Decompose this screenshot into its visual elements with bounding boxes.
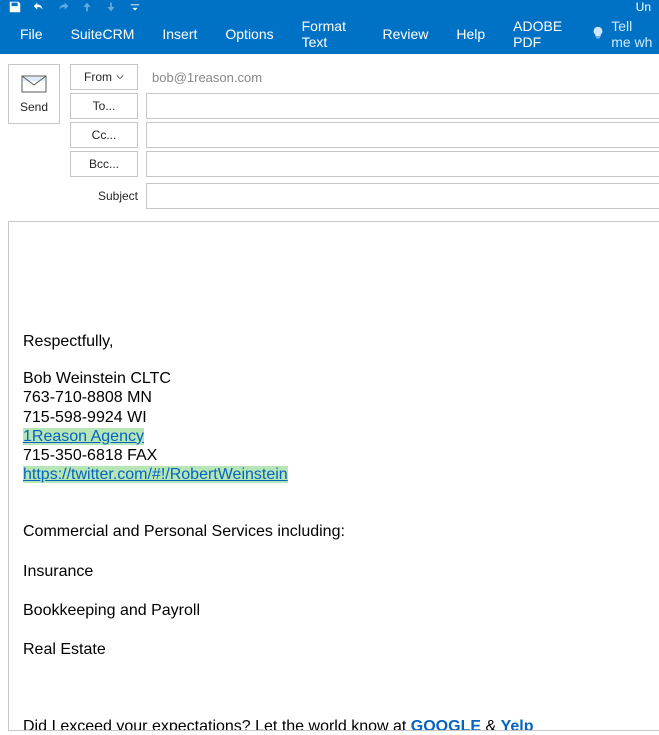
bcc-row: Bcc... <box>70 151 659 177</box>
tab-suitecrm[interactable]: SuiteCRM <box>57 14 149 54</box>
undo-icon[interactable] <box>32 0 46 14</box>
cc-row: Cc... <box>70 122 659 148</box>
from-button[interactable]: From <box>70 64 138 90</box>
services-heading: Commercial and Personal Services includi… <box>23 522 645 541</box>
from-label: From <box>84 70 112 84</box>
down-arrow-icon <box>104 0 118 14</box>
tab-help[interactable]: Help <box>442 14 499 54</box>
from-row: From bob@1reason.com <box>70 64 659 90</box>
bcc-input[interactable] <box>146 151 659 177</box>
agency-link[interactable]: 1Reason Agency <box>23 428 144 445</box>
tab-file[interactable]: File <box>6 14 57 54</box>
quick-access-toolbar <box>8 0 142 14</box>
signature-phone-mn: 763-710-8808 MN <box>23 388 645 407</box>
signature-phone-wi: 715-598-9924 WI <box>23 408 645 427</box>
ribbon-tabs: File SuiteCRM Insert Options Format Text… <box>0 14 659 54</box>
tell-me-label: Tell me wh <box>611 18 653 50</box>
greeting: Respectfully, <box>23 332 645 351</box>
tab-adobe-pdf[interactable]: ADOBE PDF <box>499 14 585 54</box>
tab-format-text[interactable]: Format Text <box>288 14 369 54</box>
subject-input[interactable] <box>146 183 659 209</box>
to-input[interactable] <box>146 93 659 119</box>
subject-row: Subject <box>70 183 659 209</box>
google-link[interactable]: GOOGLE <box>411 718 481 731</box>
to-row: To... <box>70 93 659 119</box>
bcc-button[interactable]: Bcc... <box>70 151 138 177</box>
tell-me-search[interactable]: Tell me wh <box>591 18 653 50</box>
review-pre: Did I exceed your expectations? Let the … <box>23 718 411 731</box>
message-body[interactable]: Respectfully, Bob Weinstein CLTC 763-710… <box>8 221 659 731</box>
service-real-estate: Real Estate <box>23 640 645 659</box>
to-button[interactable]: To... <box>70 93 138 119</box>
subject-label: Subject <box>70 183 138 209</box>
cc-input[interactable] <box>146 122 659 148</box>
send-label: Send <box>20 100 48 114</box>
twitter-link[interactable]: https://twitter.com/#!/RobertWeinstein <box>23 466 288 483</box>
yelp-link[interactable]: Yelp <box>501 718 534 731</box>
send-button[interactable]: Send <box>8 64 60 124</box>
up-arrow-icon <box>80 0 94 14</box>
save-icon[interactable] <box>8 0 22 14</box>
redo-icon <box>56 0 70 14</box>
cc-button[interactable]: Cc... <box>70 122 138 148</box>
signature-name: Bob Weinstein CLTC <box>23 369 645 388</box>
signature-block: Respectfully, Bob Weinstein CLTC 763-710… <box>23 240 645 731</box>
tab-options[interactable]: Options <box>211 14 287 54</box>
from-value: bob@1reason.com <box>146 64 659 90</box>
signature-fax: 715-350-6818 FAX <box>23 446 645 465</box>
service-bookkeeping: Bookkeeping and Payroll <box>23 601 645 620</box>
title-bar-right-text: Un <box>636 0 651 14</box>
send-envelope-icon <box>21 75 47 96</box>
compose-header: Send From bob@1reason.com To... Cc... Bc… <box>0 54 659 209</box>
lightbulb-icon <box>591 26 605 43</box>
service-insurance: Insurance <box>23 562 645 581</box>
tab-insert[interactable]: Insert <box>148 14 211 54</box>
review-amp: & <box>481 718 501 731</box>
tab-review[interactable]: Review <box>368 14 442 54</box>
review-line: Did I exceed your expectations? Let the … <box>23 717 645 731</box>
qat-customize-icon[interactable] <box>128 0 142 14</box>
chevron-down-icon <box>116 73 124 81</box>
title-bar: Un <box>0 0 659 14</box>
